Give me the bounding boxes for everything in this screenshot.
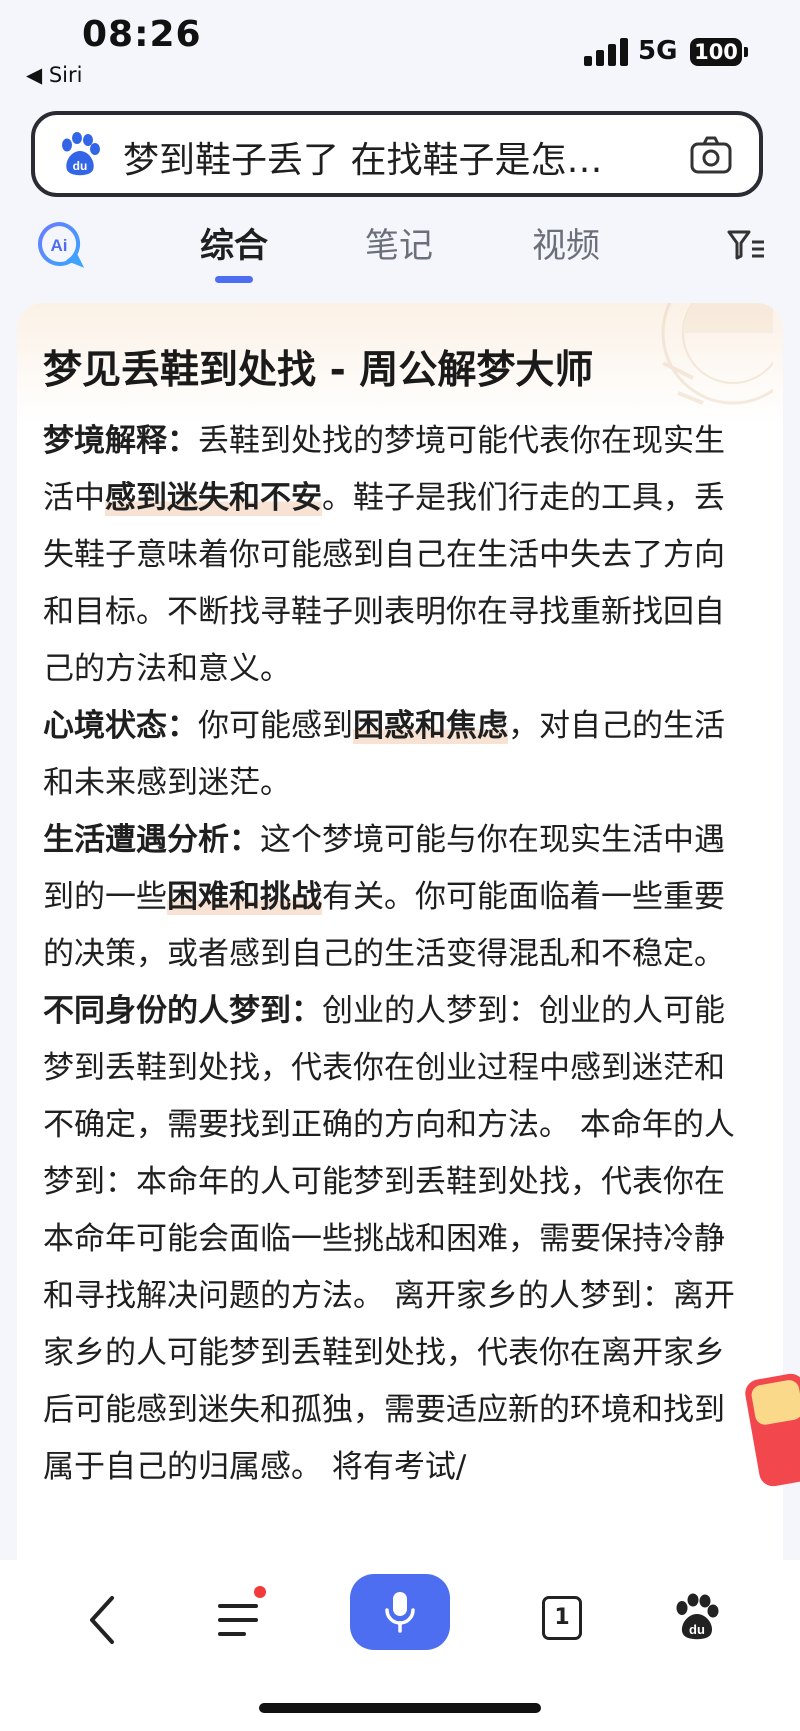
search-box[interactable]: du 梦到鞋子丢了 在找鞋子是怎… [31,111,763,197]
tab-notes[interactable]: 笔记 [365,218,433,267]
search-input[interactable]: 梦到鞋子丢了 在找鞋子是怎… [123,131,602,183]
section-different-identities: 不同身份的人梦到：创业的人梦到：创业的人可能梦到丢鞋到处找，代表你在创业过程中感… [43,993,735,1485]
section-heading: 心境状态： [43,708,198,744]
baidu-paw-icon: du [62,132,100,176]
section-mood-state: 心境状态：你可能感到困惑和焦虑，对自己的生活和未来感到迷茫。 [43,708,725,801]
home-indicator [259,1703,541,1713]
svg-text:du: du [73,159,88,173]
active-tab-indicator [215,276,253,283]
back-arrow-icon[interactable] [82,1592,122,1648]
section-dream-explanation: 梦境解释：丢鞋到处找的梦境可能代表你在现实生活中感到迷失和不安。鞋子是我们行走的… [43,423,725,687]
tab-comprehensive[interactable]: 综合 [200,218,268,267]
svg-text:du: du [689,1622,705,1637]
ai-assistant-icon[interactable]: Ai [36,220,84,268]
status-bar: 08:26 ◀ Siri 5G 100 [0,0,800,100]
tab-videos[interactable]: 视频 [532,218,600,267]
section-heading: 不同身份的人梦到： [43,993,322,1029]
tab-count-button[interactable]: 1 [542,1596,582,1640]
battery-icon: 100 [690,38,748,66]
camera-icon[interactable] [689,135,733,175]
menu-icon[interactable] [216,1598,260,1642]
signal-icon [584,38,628,66]
section-heading: 生活遭遇分析： [43,822,260,858]
highlight-phrase: 感到迷失和不安 [105,480,322,516]
filter-icon[interactable] [726,228,766,262]
card-title[interactable]: 梦见丢鞋到处找 - 周公解梦大师 [43,339,593,395]
highlight-phrase: 困难和挑战 [167,879,322,915]
back-to-siri-link[interactable]: ◀ Siri [26,63,82,87]
notification-dot [254,1586,266,1598]
svg-text:Ai: Ai [51,236,68,255]
dream-interpretation-text: 梦境解释：丢鞋到处找的梦境可能代表你在现实生活中感到迷失和不安。鞋子是我们行走的… [43,413,755,1496]
network-type: 5G [638,36,678,66]
card-header: 梦见丢鞋到处找 - 周公解梦大师 [17,303,783,423]
result-tabs: Ai 综合 笔记 视频 [0,210,800,290]
voice-search-button[interactable] [350,1574,450,1650]
baidu-home-icon[interactable]: du [672,1592,722,1642]
microphone-icon [385,1592,415,1633]
highlight-phrase: 困惑和焦虑 [353,708,508,744]
section-life-analysis: 生活遭遇分析：这个梦境可能与你在现实生活中遇到的一些困难和挑战有关。你可能面临着… [43,822,725,972]
bottom-toolbar: 1 du [0,1560,800,1731]
bagua-decoration-icon [661,303,773,405]
result-card[interactable]: 梦见丢鞋到处找 - 周公解梦大师 梦境解释：丢鞋到处找的梦境可能代表你在现实生活… [17,303,783,1603]
clock: 08:26 [82,14,202,55]
section-heading: 梦境解释： [43,423,198,459]
